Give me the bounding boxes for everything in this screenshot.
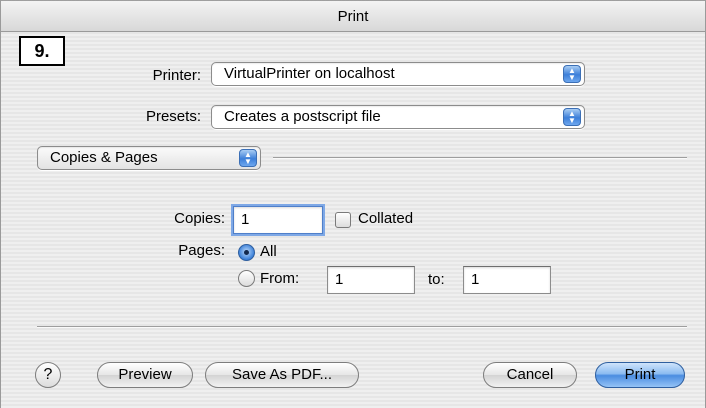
bottom-separator xyxy=(37,326,687,328)
presets-popup-value: Creates a postscript file xyxy=(224,108,381,125)
print-button[interactable]: Print xyxy=(595,362,685,388)
step-badge: 9. xyxy=(19,36,65,66)
print-dialog: Print 9. Printer: VirtualPrinter on loca… xyxy=(0,0,706,408)
title-bar: Print xyxy=(1,0,705,32)
section-popup-value: Copies & Pages xyxy=(50,149,158,166)
collated-checkbox[interactable] xyxy=(335,212,351,228)
printer-popup-value: VirtualPrinter on localhost xyxy=(224,65,395,82)
presets-label: Presets: xyxy=(145,108,201,125)
pages-label: Pages: xyxy=(178,242,225,259)
preview-button[interactable]: Preview xyxy=(97,362,193,388)
collated-label: Collated xyxy=(358,210,414,227)
pages-from-input[interactable]: 1 xyxy=(327,266,415,294)
help-button[interactable]: ? xyxy=(35,362,61,388)
popup-arrows-icon: ▲ ▼ xyxy=(239,149,257,167)
save-as-pdf-button[interactable]: Save As PDF... xyxy=(205,362,359,388)
pages-from-label: From: xyxy=(260,270,300,287)
popup-arrows-icon: ▲ ▼ xyxy=(563,65,581,83)
printer-label: Printer: xyxy=(152,67,201,84)
copies-input[interactable]: 1 xyxy=(233,206,323,234)
pages-all-label: All xyxy=(260,243,277,260)
section-popup[interactable]: Copies & Pages ▲ ▼ xyxy=(37,146,261,170)
window-title: Print xyxy=(337,8,369,25)
popup-arrows-icon: ▲ ▼ xyxy=(563,108,581,126)
pages-to-label: to: xyxy=(428,271,445,288)
printer-popup[interactable]: VirtualPrinter on localhost ▲ ▼ xyxy=(211,62,585,86)
section-separator xyxy=(273,157,687,159)
pages-to-input[interactable]: 1 xyxy=(463,266,551,294)
cancel-button[interactable]: Cancel xyxy=(483,362,577,388)
presets-popup[interactable]: Creates a postscript file ▲ ▼ xyxy=(211,105,585,129)
pages-from-radio[interactable] xyxy=(238,270,255,287)
help-icon: ? xyxy=(43,366,53,383)
pages-all-radio[interactable] xyxy=(238,244,255,261)
copies-label: Copies: xyxy=(174,210,225,227)
background-window-edge xyxy=(1,0,705,1)
